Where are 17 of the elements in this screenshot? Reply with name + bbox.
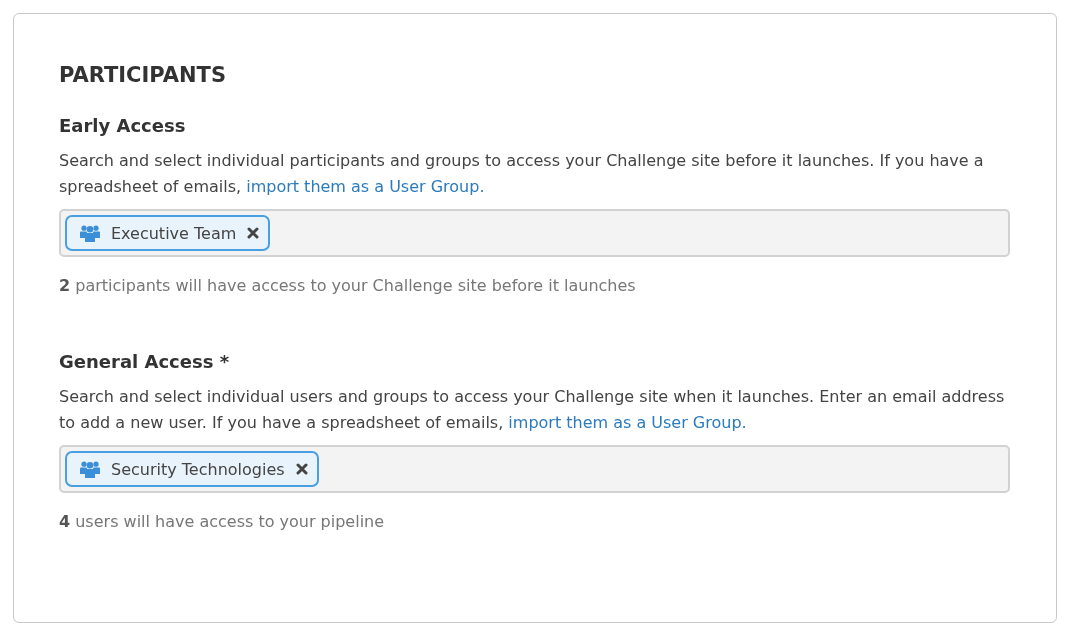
description-text: Search and select individual participants and groups to access your Challenge site before it launches. If you have a spreadsheet of emails, import them as a User Group. (59, 150, 985, 198)
description-text: Search and select individual users and groups to access your Challenge site when it launches. Enter an email address to add a new user. If you have a spreadsheet of emails, import them as a User Group. (59, 386, 1006, 434)
tag-label: Executive Team (111, 223, 237, 243)
access-summary: 4 users will have access to your pipeline (59, 511, 386, 533)
tag-input-field[interactable]: Security Technologies (59, 445, 1010, 493)
access-summary: 2 participants will have access to your Challenge site before it launches (59, 275, 637, 297)
import-link[interactable]: import them as a User Group. (246, 177, 485, 196)
group-heading: Early Access (59, 114, 187, 138)
section-title: PARTICIPANTS (59, 62, 228, 89)
remove-icon[interactable] (247, 227, 260, 239)
group-icon (80, 460, 100, 478)
tag-input-field[interactable]: Executive Team (59, 209, 1010, 257)
group-heading: General Access * (59, 350, 231, 374)
remove-icon[interactable] (295, 463, 308, 475)
import-link[interactable]: import them as a User Group. (508, 413, 747, 432)
tag-label: Security Technologies (111, 459, 285, 479)
group-icon (80, 224, 100, 242)
